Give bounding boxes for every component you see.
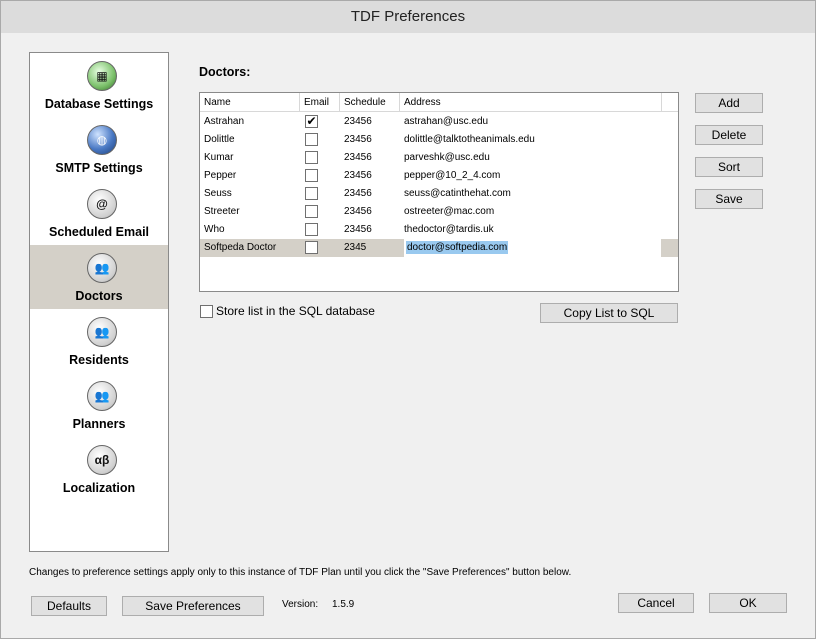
sidebar-item-localization[interactable]: αβ Localization [30,437,168,501]
schedule-cell[interactable]: 23456 [340,167,400,185]
sidebar-item-label: Doctors [75,289,123,303]
table-row[interactable]: Kumar 23456 parveshk@usc.edu [200,149,678,167]
sidebar-item-database-settings[interactable]: ▦ Database Settings [30,53,168,117]
email-checkbox[interactable] [305,187,318,200]
sidebar-item-planners[interactable]: 👥 Planners [30,373,168,437]
address-cell[interactable]: thedoctor@tardis.uk [400,221,662,239]
address-cell[interactable]: astrahan@usc.edu [400,113,662,131]
email-checkbox[interactable] [305,169,318,182]
email-checkbox[interactable] [305,241,318,254]
schedule-cell[interactable]: 2345 [340,239,400,257]
doctors-section-title: Doctors: [199,65,251,79]
defaults-button[interactable]: Defaults [31,596,107,616]
people-icon: 👥 [87,381,117,411]
sort-button[interactable]: Sort [695,157,763,177]
copy-list-to-sql-button[interactable]: Copy List to SQL [540,303,678,323]
sidebar-item-label: Localization [62,481,136,495]
globe-icon: ◍ [87,125,117,155]
save-preferences-button[interactable]: Save Preferences [122,596,264,616]
sidebar-item-label: Scheduled Email [48,225,150,239]
address-cell[interactable]: pepper@10_2_4.com [400,167,662,185]
doctor-name-cell[interactable]: Pepper [200,167,300,185]
table-row[interactable]: Pepper 23456 pepper@10_2_4.com [200,167,678,185]
alpha-beta-icon: αβ [87,445,117,475]
address-cell[interactable]: ostreeter@mac.com [400,203,662,221]
add-button[interactable]: Add [695,93,763,113]
table-row[interactable]: Dolittle 23456 dolittle@talktotheanimals.e… [200,131,678,149]
footer-note: Changes to preference settings apply onl… [29,567,572,578]
sidebar-item-scheduled-email[interactable]: @ Scheduled Email [30,181,168,245]
store-in-sql-checkbox[interactable] [200,305,213,318]
version-value: 1.5.9 [332,599,355,610]
sidebar-item-smtp-settings[interactable]: ◍ SMTP Settings [30,117,168,181]
address-cell[interactable]: seuss@catinthehat.com [400,185,662,203]
table-row[interactable]: Who 23456 thedoctor@tardis.uk [200,221,678,239]
sidebar-item-label: SMTP Settings [55,161,143,175]
sidebar-item-label: Database Settings [44,97,154,111]
email-checkbox[interactable] [305,133,318,146]
save-button[interactable]: Save [695,189,763,209]
address-cell[interactable]: parveshk@usc.edu [400,149,662,167]
people-icon: 👥 [87,317,117,347]
schedule-cell[interactable]: 23456 [340,185,400,203]
at-sign-icon: @ [87,189,117,219]
schedule-cell[interactable]: 23456 [340,203,400,221]
sidebar-item-label: Planners [72,417,126,431]
ok-button[interactable]: OK [709,593,787,613]
doctor-name-cell[interactable]: Softpeda Doctor [200,239,300,257]
address-edit-field[interactable]: doctor@softpedia.com [404,239,661,257]
store-in-sql-label: Store list in the SQL database [216,304,375,318]
schedule-cell[interactable]: 23456 [340,221,400,239]
table-row[interactable]: Astrahan ✔ 23456 astrahan@usc.edu [200,113,678,131]
schedule-cell[interactable]: 23456 [340,113,400,131]
table-row[interactable]: Seuss 23456 seuss@catinthehat.com [200,185,678,203]
doctor-name-cell[interactable]: Seuss [200,185,300,203]
doctor-name-cell[interactable]: Astrahan [200,113,300,131]
schedule-cell[interactable]: 23456 [340,131,400,149]
people-icon: 👥 [87,253,117,283]
window-title: TDF Preferences [1,1,815,33]
table-row[interactable]: Softpeda Doctor 2345 doctor@softpedia.com [200,239,678,257]
version-label: Version: [282,599,319,610]
column-header-email[interactable]: Email [300,93,340,112]
email-checkbox[interactable] [305,151,318,164]
row-end-strip [661,239,678,257]
sidebar-item-doctors[interactable]: 👥 Doctors [30,245,168,309]
address-edit-value: doctor@softpedia.com [406,241,509,254]
address-cell[interactable]: dolittle@talktotheanimals.edu [400,131,662,149]
sidebar-item-label: Residents [69,353,129,367]
email-checkbox[interactable] [305,223,318,236]
doctor-name-cell[interactable]: Who [200,221,300,239]
cancel-button[interactable]: Cancel [618,593,694,613]
email-checkbox[interactable] [305,205,318,218]
preferences-window: TDF Preferences ▦ Database Settings ◍ SM… [0,0,816,639]
email-checkbox[interactable]: ✔ [305,115,318,128]
table-header: Name Email Schedule Address [200,93,678,112]
checkmark-icon: ✔ [306,114,317,128]
column-header-address[interactable]: Address [400,93,662,112]
sidebar-item-residents[interactable]: 👥 Residents [30,309,168,373]
doctor-name-cell[interactable]: Dolittle [200,131,300,149]
database-icon: ▦ [87,61,117,91]
doctors-table[interactable]: Name Email Schedule Address Astrahan ✔ 234… [199,92,679,292]
delete-button[interactable]: Delete [695,125,763,145]
doctor-name-cell[interactable]: Kumar [200,149,300,167]
doctor-name-cell[interactable]: Streeter [200,203,300,221]
table-row[interactable]: Streeter 23456 ostreeter@mac.com [200,203,678,221]
column-header-name[interactable]: Name [200,93,300,112]
window-client: ▦ Database Settings ◍ SMTP Settings @ Sc… [9,33,807,631]
settings-sidebar: ▦ Database Settings ◍ SMTP Settings @ Sc… [29,52,169,552]
schedule-cell[interactable]: 23456 [340,149,400,167]
column-header-schedule[interactable]: Schedule [340,93,400,112]
